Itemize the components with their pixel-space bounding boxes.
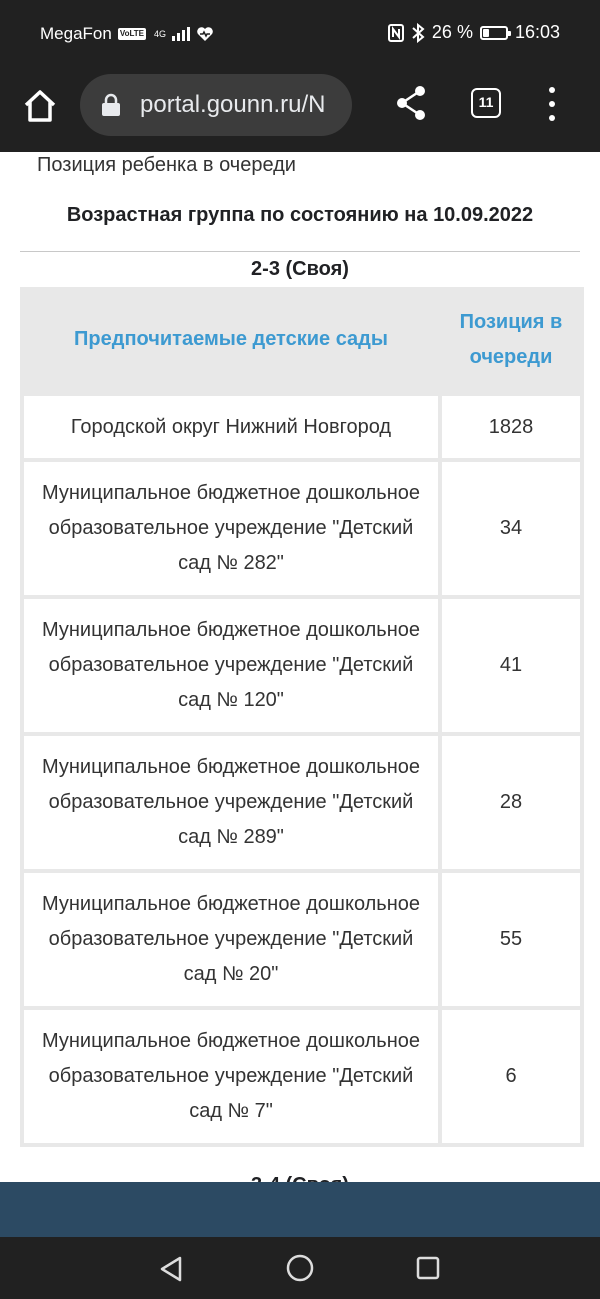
kindergarten-name: Муниципальное бюджетное дошкольное образ… <box>20 458 442 599</box>
page-content: Позиция ребенка в очереди Возрастная гру… <box>0 152 600 1182</box>
bottom-banner <box>0 1182 600 1237</box>
status-left: MegaFon VoLTE 4G <box>40 24 214 44</box>
divider <box>20 251 580 252</box>
signal-icon <box>172 27 190 41</box>
queue-position: 6 <box>438 1006 584 1147</box>
circle-home-icon[interactable] <box>286 1254 314 1282</box>
table-row: Муниципальное бюджетное дошкольное образ… <box>20 458 584 599</box>
battery-icon <box>479 25 511 40</box>
table-row: Муниципальное бюджетное дошкольное образ… <box>20 1006 584 1147</box>
queue-position: 55 <box>438 869 584 1010</box>
volte-badge: VoLTE <box>117 28 146 40</box>
nfc-icon <box>387 23 404 42</box>
table-row: Муниципальное бюджетное дошкольное образ… <box>20 869 584 1010</box>
tab-switcher-button[interactable]: 11 <box>471 88 501 118</box>
queue-position: 1828 <box>438 392 584 462</box>
carrier-name: MegaFon <box>40 24 112 43</box>
square-recents-icon[interactable] <box>416 1256 440 1280</box>
bluetooth-icon <box>412 22 425 43</box>
queue-position: 34 <box>438 458 584 599</box>
table-header-row: Предпочитаемые детские сады Позиция в оч… <box>22 287 582 394</box>
queue-table: Предпочитаемые детские сады Позиция в оч… <box>20 287 584 1147</box>
url-text[interactable]: portal.gounn.ru/N <box>140 91 352 119</box>
kindergarten-name: Муниципальное бюджетное дошкольное образ… <box>20 595 442 736</box>
triangle-back-icon[interactable] <box>158 1255 184 1283</box>
queue-position: 41 <box>438 595 584 736</box>
network-label: 4G <box>153 28 166 39</box>
kindergarten-name: Муниципальное бюджетное дошкольное образ… <box>20 1006 442 1147</box>
kindergarten-name: Муниципальное бюджетное дошкольное образ… <box>20 732 442 873</box>
network-type: 4G <box>153 28 166 39</box>
lock-icon <box>102 93 120 116</box>
kindergarten-name: Муниципальное бюджетное дошкольное образ… <box>20 869 442 1010</box>
column-header-position: Позиция в очереди <box>440 287 582 394</box>
queue-position: 28 <box>438 732 584 873</box>
status-bar: MegaFon VoLTE 4G 26 % 16:03 <box>0 0 600 70</box>
more-vert-icon[interactable] <box>542 84 562 124</box>
clock: 16:03 <box>514 22 560 42</box>
share-icon[interactable] <box>394 84 428 122</box>
heart-icon <box>197 27 213 41</box>
table-row: Городской округ Нижний Новгород 1828 <box>20 392 584 462</box>
battery-percent: 26 % <box>431 22 473 42</box>
status-right: 26 % 16:03 <box>387 22 560 43</box>
section-label: Позиция ребенка в очереди <box>37 154 296 176</box>
kindergarten-name: Городской округ Нижний Новгород <box>20 392 442 462</box>
table-row: Муниципальное бюджетное дошкольное образ… <box>20 732 584 873</box>
address-bar[interactable]: portal.gounn.ru/N <box>80 74 352 136</box>
column-header-kindergartens: Предпочитаемые детские сады <box>22 287 440 394</box>
age-group-header: Возрастная группа по состоянию на 10.09.… <box>66 204 534 226</box>
browser-toolbar: portal.gounn.ru/N 11 <box>0 70 600 153</box>
group-title: 2-3 (Своя) <box>251 258 349 280</box>
home-icon[interactable] <box>22 88 58 124</box>
system-nav-bar <box>0 1237 600 1299</box>
table-row: Муниципальное бюджетное дошкольное образ… <box>20 595 584 736</box>
next-group-title: 3-4 (Своя) <box>0 1174 600 1182</box>
